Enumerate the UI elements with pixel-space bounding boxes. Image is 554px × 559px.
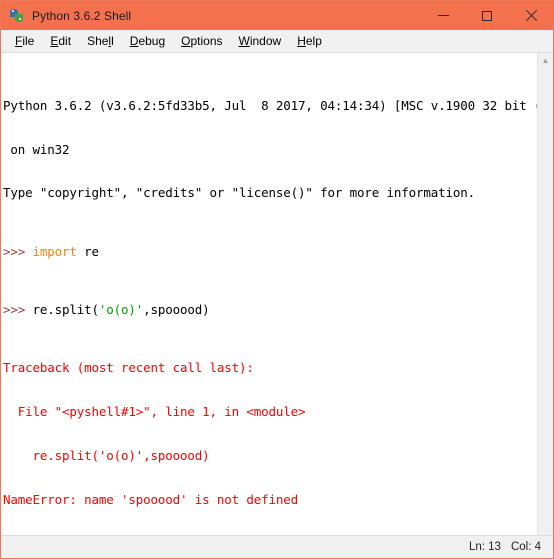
window-controls [421, 1, 553, 30]
shell-line-import: >>> import re [3, 243, 99, 259]
minimize-icon [437, 15, 449, 16]
shell-line-cmd1: >>> re.split('o(o)',spooood) [3, 302, 210, 318]
shell-content: Python 3.6.2 (v3.6.2:5fd33b5, Jul 8 2017… [1, 53, 553, 535]
traceback-line-3: re.split('o(o)',spooood) [3, 448, 210, 464]
minimize-button[interactable] [421, 1, 465, 30]
menu-item-options[interactable]: Options [173, 32, 230, 50]
scrollbar-track[interactable] [538, 68, 553, 535]
vertical-scrollbar[interactable]: ▲ [537, 53, 553, 535]
traceback-line-1: Traceback (most recent call last): [3, 360, 254, 376]
idle-shell-window: Python 3.6.2 Shell File Edit Shell Debug… [0, 0, 554, 559]
scroll-up-icon[interactable]: ▲ [538, 53, 553, 68]
banner-line-3: Type "copyright", "credits" or "license(… [3, 185, 476, 201]
python-logo-icon [9, 8, 25, 24]
window-title: Python 3.6.2 Shell [32, 8, 132, 23]
title-bar: Python 3.6.2 Shell [1, 1, 553, 30]
menu-item-help[interactable]: Help [289, 32, 330, 50]
status-column-number: Col: 4 [510, 541, 541, 553]
traceback-line-2: File "<pyshell#1>", line 1, in <module> [3, 404, 306, 420]
menu-item-shell[interactable]: Shell [79, 32, 122, 50]
close-icon [525, 9, 538, 22]
status-line-number: Ln: 13 [468, 541, 501, 553]
menu-item-window[interactable]: Window [231, 32, 290, 50]
menu-item-debug[interactable]: Debug [122, 32, 173, 50]
maximize-button[interactable] [465, 1, 509, 30]
traceback-line-4: NameError: name 'spooood' is not defined [3, 491, 299, 507]
shell-text-area[interactable]: Python 3.6.2 (v3.6.2:5fd33b5, Jul 8 2017… [1, 53, 537, 535]
banner-line-1: Python 3.6.2 (v3.6.2:5fd33b5, Jul 8 2017… [3, 97, 537, 113]
banner-line-2: on win32 [3, 141, 70, 157]
maximize-icon [482, 10, 492, 21]
close-button[interactable] [509, 1, 553, 30]
menu-item-edit[interactable]: Edit [42, 32, 79, 50]
menu-bar: File Edit Shell Debug Options Window Hel… [1, 30, 553, 53]
menu-item-file[interactable]: File [7, 32, 42, 50]
status-bar: Ln: 13 Col: 4 [1, 535, 553, 558]
